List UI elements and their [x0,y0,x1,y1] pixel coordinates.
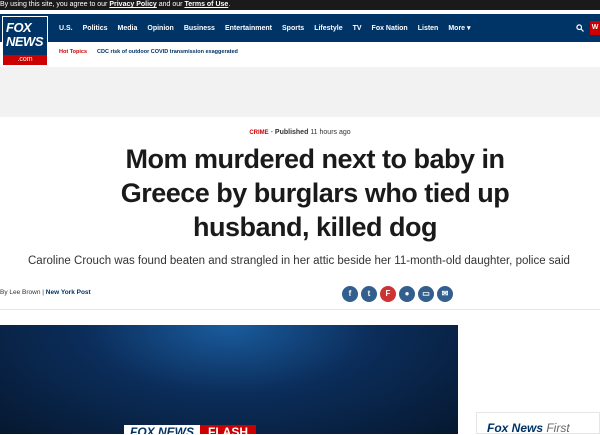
terms-of-use-link[interactable]: Terms of Use [184,1,228,8]
privacy-policy-link[interactable]: Privacy Policy [109,1,156,8]
hot-topics-label: Hot Topics [59,49,88,55]
category-link[interactable]: CRIME [249,130,268,136]
ad-placeholder [0,67,600,117]
nav-item-fox-nation[interactable]: Fox Nation [372,25,408,32]
search-icon[interactable] [576,24,584,32]
nav-item-media[interactable]: Media [118,25,138,32]
video-player[interactable]: FOX NEWS FLASH [0,325,458,434]
article-subhead: Caroline Crouch was found beaten and str… [28,255,570,267]
facebook-icon[interactable]: f [342,286,358,302]
nav-item-listen[interactable]: Listen [418,25,439,32]
comments-icon[interactable]: ● [399,286,415,302]
flipboard-icon[interactable]: F [380,286,396,302]
author[interactable]: By Lee Brown [0,289,40,296]
nav-item-tv[interactable]: TV [353,25,362,32]
hot-topics-bar: Hot Topics CDC risk of outdoor COVID tra… [59,49,238,55]
published-label: Published [274,129,309,136]
byline: By Lee Brown | New York Post [0,289,91,296]
publication[interactable]: New York Post [46,289,91,296]
print-icon[interactable]: ▭ [418,286,434,302]
nav-items: U.S. Politics Media Opinion Business Ent… [59,14,471,42]
watch-button[interactable]: W [590,21,600,35]
published-time: 11 hours ago [310,129,351,136]
nav-item-entertainment[interactable]: Entertainment [225,25,272,32]
nav-item-us[interactable]: U.S. [59,25,73,32]
article-meta: CRIME - Published 11 hours ago [249,129,351,136]
fox-news-first-promo[interactable]: Fox News First [476,412,600,435]
email-icon[interactable]: ✉ [437,286,453,302]
chevron-down-icon: ▾ [467,25,471,32]
nav-item-lifestyle[interactable]: Lifestyle [314,25,342,32]
nav-item-more[interactable]: More ▾ [448,24,470,32]
article-headline: Mom murdered next to baby in Greece by b… [120,144,510,242]
video-banner: FOX NEWS FLASH [124,425,257,434]
nav-item-opinion[interactable]: Opinion [147,25,173,32]
divider [0,309,600,310]
nav-item-business[interactable]: Business [184,25,215,32]
twitter-icon[interactable]: t [361,286,377,302]
nav-item-sports[interactable]: Sports [282,25,304,32]
nav-item-politics[interactable]: Politics [83,25,108,32]
cookie-notice: By using this site, you agree to our Pri… [0,0,600,10]
hot-topic-link[interactable]: CDC risk of outdoor COVID transmission e… [97,49,238,55]
share-bar: f t F ● ▭ ✉ [342,286,453,302]
fox-news-logo[interactable]: FOX NEWS .com [2,16,48,66]
